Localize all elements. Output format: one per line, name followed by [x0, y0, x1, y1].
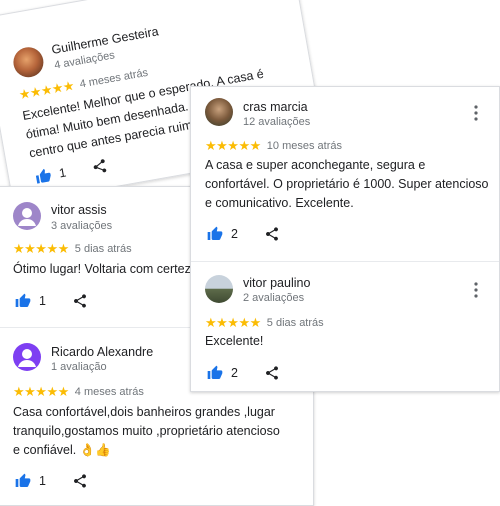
review-actions: 1: [15, 473, 88, 489]
reviewer-name[interactable]: cras marcia: [243, 100, 308, 114]
thumbs-up-icon[interactable]: [207, 226, 223, 242]
avatar[interactable]: [13, 343, 41, 371]
rating-row: ★★★★★ 4 meses atrás: [13, 384, 144, 400]
review-text: Excelente!: [205, 334, 264, 348]
review-date: 4 meses atrás: [74, 386, 144, 398]
review-text: A casa e super aconchegante, segura e co…: [205, 158, 489, 210]
review-card-stack-right: cras marcia 12 avaliações ★★★★★ 10 meses…: [190, 86, 500, 392]
share-icon[interactable]: [72, 473, 88, 489]
reviewer-name[interactable]: vitor paulino: [243, 276, 310, 290]
avatar[interactable]: [205, 98, 233, 126]
star-rating: ★★★★★: [13, 384, 69, 399]
reviewer-name[interactable]: vitor assis: [51, 203, 107, 217]
share-icon[interactable]: [90, 157, 109, 176]
review-count: 1 avaliação: [51, 361, 107, 373]
review-actions: 2: [207, 365, 280, 381]
review-date: 5 dias atrás: [266, 317, 324, 329]
star-rating: ★★★★★: [205, 315, 261, 330]
review-actions: 1: [15, 293, 88, 309]
review-actions: 2: [207, 226, 280, 242]
avatar[interactable]: [205, 275, 233, 303]
review-actions: 1: [34, 157, 109, 185]
review-date: 10 meses atrás: [266, 140, 342, 152]
star-rating: ★★★★★: [13, 241, 69, 256]
like-count: 2: [231, 227, 238, 241]
avatar[interactable]: [11, 44, 46, 80]
person-icon: [13, 202, 41, 230]
review-count: 3 avaliações: [51, 220, 113, 232]
more-options-icon[interactable]: [474, 282, 478, 298]
thumbs-up-icon[interactable]: [15, 293, 31, 309]
thumbs-up-icon[interactable]: [15, 473, 31, 489]
review-count: 12 avaliações: [243, 116, 311, 128]
review-count: 2 avaliações: [243, 292, 305, 304]
star-rating: ★★★★★: [205, 138, 261, 153]
reviewer-name[interactable]: Ricardo Alexandre: [51, 345, 153, 359]
thumbs-up-icon[interactable]: [207, 365, 223, 381]
divider: [191, 261, 499, 262]
more-options-icon[interactable]: [474, 105, 478, 121]
review-text: Casa confortável,dois banheiros grandes …: [13, 405, 280, 457]
review-date: 5 dias atrás: [74, 243, 132, 255]
person-icon: [13, 343, 41, 371]
like-count: 1: [58, 165, 68, 181]
rating-row: ★★★★★ 5 dias atrás: [13, 241, 132, 257]
like-count: 2: [231, 366, 238, 380]
rating-row: ★★★★★ 10 meses atrás: [205, 138, 342, 154]
like-count: 1: [39, 294, 46, 308]
share-icon[interactable]: [72, 293, 88, 309]
share-icon[interactable]: [264, 226, 280, 242]
avatar[interactable]: [13, 202, 41, 230]
share-icon[interactable]: [264, 365, 280, 381]
rating-row: ★★★★★ 5 dias atrás: [205, 315, 324, 331]
like-count: 1: [39, 474, 46, 488]
thumbs-up-icon[interactable]: [34, 167, 53, 186]
